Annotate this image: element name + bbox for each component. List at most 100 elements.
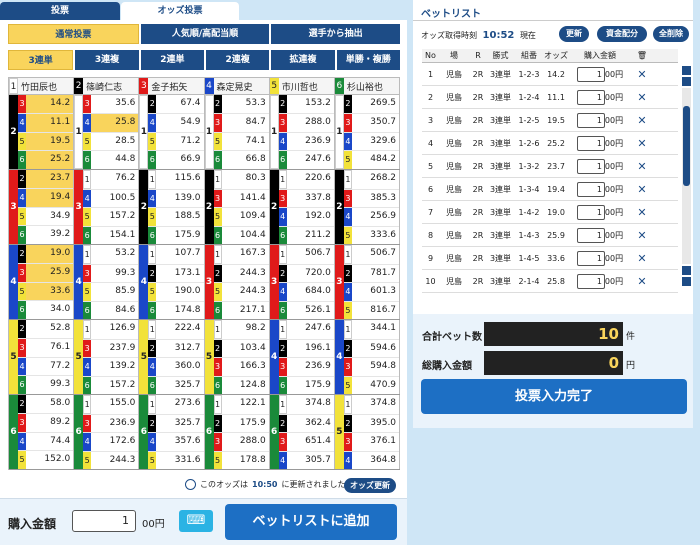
- odds-cell[interactable]: 2 53.3: [213, 95, 269, 114]
- odds-cell[interactable]: 1 115.6: [148, 170, 204, 190]
- odds-cell[interactable]: 4 25.8: [83, 113, 139, 133]
- odds-cell[interactable]: 4 684.0: [278, 283, 334, 302]
- odds-cell[interactable]: 4 54.9: [148, 113, 204, 133]
- odds-update-button[interactable]: オッズ更新: [344, 478, 396, 493]
- odds-cell[interactable]: 2 58.0: [18, 395, 74, 414]
- odds-cell[interactable]: 2 594.6: [343, 340, 400, 359]
- odds-cell[interactable]: 4 256.9: [343, 208, 400, 227]
- odds-cell[interactable]: 6 247.6: [278, 151, 334, 169]
- odds-cell[interactable]: 5 333.6: [343, 226, 399, 244]
- fund-allocation-button[interactable]: 資金配分: [597, 26, 647, 42]
- odds-cell[interactable]: 2 153.2: [278, 95, 334, 114]
- scroll-top-icon[interactable]: [682, 66, 691, 75]
- odds-cell[interactable]: 2 720.0: [278, 265, 334, 284]
- vote-complete-button[interactable]: 投票入力完了: [421, 379, 687, 414]
- odds-cell[interactable]: 5 85.9: [83, 283, 139, 302]
- odds-cell[interactable]: 4 192.0: [278, 208, 334, 227]
- odds-cell[interactable]: 1 98.2: [213, 320, 269, 340]
- bet-quinella-button[interactable]: 2連複: [205, 50, 270, 70]
- add-to-betlist-button[interactable]: ベットリストに追加: [225, 504, 397, 540]
- odds-cell[interactable]: 4 11.1: [18, 113, 74, 133]
- delete-icon[interactable]: ✕: [632, 160, 652, 173]
- row-amount-input[interactable]: 1: [576, 227, 605, 243]
- odds-cell[interactable]: 2 312.7: [148, 340, 204, 359]
- odds-cell[interactable]: 3 14.2: [18, 95, 74, 114]
- odds-cell[interactable]: 6 154.1: [83, 226, 138, 244]
- odds-cell[interactable]: 3 89.2: [18, 413, 74, 433]
- odds-cell[interactable]: 5 484.2: [343, 151, 399, 169]
- bet-win-place-button[interactable]: 単勝・複勝: [336, 50, 400, 70]
- odds-cell[interactable]: 1 374.8: [343, 395, 400, 415]
- odds-cell[interactable]: 5 109.4: [213, 208, 269, 227]
- row-amount-input[interactable]: 1: [576, 273, 605, 289]
- odds-cell[interactable]: 6 211.2: [278, 226, 334, 244]
- odds-cell[interactable]: 3 385.3: [343, 190, 400, 209]
- odds-cell[interactable]: 6 124.8: [213, 376, 269, 394]
- odds-cell[interactable]: 6 157.2: [83, 376, 138, 394]
- odds-cell[interactable]: 5 816.7: [343, 301, 399, 319]
- odds-cell[interactable]: 2 173.1: [148, 265, 204, 284]
- row-amount-input[interactable]: 1: [576, 158, 605, 174]
- odds-cell[interactable]: 3 166.3: [213, 358, 269, 377]
- odds-cell[interactable]: 5 33.6: [18, 282, 74, 302]
- odds-cell[interactable]: 3 376.1: [343, 433, 400, 452]
- odds-cell[interactable]: 1 506.7: [278, 245, 334, 265]
- tab-vote[interactable]: 投票: [0, 2, 120, 20]
- odds-cell[interactable]: 1 247.6: [278, 320, 334, 340]
- scroll-track[interactable]: [682, 88, 691, 264]
- odds-cell[interactable]: 5 71.2: [148, 132, 204, 152]
- odds-cell[interactable]: 6 66.9: [148, 151, 203, 169]
- odds-cell[interactable]: 3 237.9: [83, 340, 139, 359]
- odds-cell[interactable]: 5 152.0: [18, 451, 73, 469]
- row-amount-input[interactable]: 1: [576, 250, 605, 266]
- odds-cell[interactable]: 5 157.2: [83, 208, 139, 227]
- odds-cell[interactable]: 5 188.5: [148, 208, 204, 227]
- row-amount-input[interactable]: 1: [576, 66, 605, 82]
- odds-cell[interactable]: 5 28.5: [83, 132, 139, 152]
- delete-icon[interactable]: ✕: [632, 229, 652, 242]
- odds-cell[interactable]: 6 175.9: [278, 376, 334, 394]
- odds-cell[interactable]: 6 34.0: [18, 301, 73, 319]
- odds-cell[interactable]: 4 100.5: [83, 190, 139, 209]
- delete-all-button[interactable]: 全削除: [653, 26, 689, 42]
- odds-cell[interactable]: 6 526.1: [278, 301, 334, 319]
- odds-cell[interactable]: 6 174.8: [148, 301, 203, 319]
- scroll-down-icon[interactable]: [682, 266, 691, 275]
- odds-cell[interactable]: 2 269.5: [343, 95, 400, 114]
- odds-cell[interactable]: 6 104.4: [213, 226, 269, 244]
- odds-cell[interactable]: 3 288.0: [278, 113, 334, 133]
- odds-cell[interactable]: 4 364.8: [343, 451, 399, 469]
- odds-cell[interactable]: 2 67.4: [148, 95, 204, 114]
- odds-cell[interactable]: 3 25.9: [18, 263, 74, 283]
- betlist-scrollbar[interactable]: [682, 66, 691, 302]
- odds-cell[interactable]: 3 84.7: [213, 113, 269, 133]
- odds-cell[interactable]: 1 506.7: [343, 245, 400, 265]
- delete-icon[interactable]: ✕: [632, 68, 652, 81]
- odds-cell[interactable]: 2 325.7: [148, 415, 204, 434]
- odds-cell[interactable]: 5 178.8: [213, 451, 269, 469]
- row-amount-input[interactable]: 1: [576, 204, 605, 220]
- row-amount-input[interactable]: 1: [576, 135, 605, 151]
- odds-cell[interactable]: 5 190.0: [148, 283, 204, 302]
- odds-cell[interactable]: 3 236.9: [83, 415, 139, 434]
- odds-cell[interactable]: 2 52.8: [18, 320, 74, 339]
- odds-cell[interactable]: 5 244.3: [83, 451, 138, 469]
- odds-cell[interactable]: 1 122.1: [213, 395, 269, 415]
- delete-icon[interactable]: ✕: [632, 275, 652, 288]
- odds-cell[interactable]: 6 217.1: [213, 301, 269, 319]
- odds-cell[interactable]: 6 39.2: [18, 226, 73, 244]
- odds-cell[interactable]: 4 236.9: [278, 132, 334, 152]
- odds-cell[interactable]: 6 99.3: [18, 376, 73, 394]
- odds-cell[interactable]: 1 126.9: [83, 320, 139, 340]
- odds-cell[interactable]: 3 141.4: [213, 190, 269, 209]
- odds-cell[interactable]: 1 155.0: [83, 395, 139, 415]
- scroll-bottom-icon[interactable]: [682, 277, 691, 286]
- odds-cell[interactable]: 3 288.0: [213, 433, 269, 452]
- row-amount-input[interactable]: 1: [576, 181, 605, 197]
- odds-cell[interactable]: 3 350.7: [343, 113, 400, 133]
- row-amount-input[interactable]: 1: [576, 112, 605, 128]
- odds-cell[interactable]: 4 139.0: [148, 190, 204, 209]
- odds-cell[interactable]: 1 80.3: [213, 170, 269, 190]
- odds-cell[interactable]: 2 781.7: [343, 265, 400, 284]
- odds-cell[interactable]: 6 44.8: [83, 151, 138, 169]
